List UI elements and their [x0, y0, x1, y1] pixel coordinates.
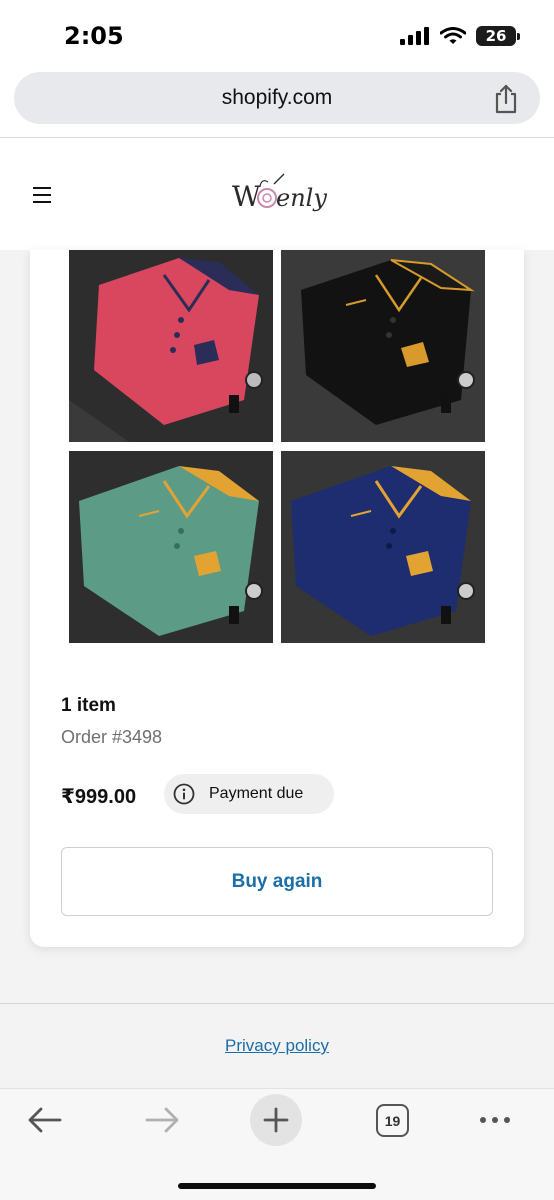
payment-status-badge: Payment due — [164, 774, 334, 814]
buy-again-button[interactable]: Buy again — [61, 847, 493, 916]
order-card: 1 item Order #3498 ₹999.00 Payment due B… — [30, 250, 524, 947]
privacy-policy-link[interactable]: Privacy policy — [0, 1036, 554, 1056]
product-image-green-polo[interactable] — [69, 451, 273, 643]
store-logo[interactable]: W enly — [232, 172, 352, 222]
plus-icon — [263, 1107, 289, 1133]
share-icon[interactable] — [492, 84, 520, 114]
battery-indicator: 26 — [476, 26, 520, 46]
wifi-icon — [440, 27, 466, 44]
browser-toolbar: 19 — [0, 1088, 554, 1200]
status-icons: 26 — [400, 26, 520, 46]
page-footer: Privacy policy — [0, 1003, 554, 1088]
payment-status-text: Payment due — [209, 785, 304, 802]
svg-text:enly: enly — [276, 184, 327, 212]
status-time: 2:05 — [64, 22, 124, 50]
svg-text:W: W — [232, 180, 261, 213]
address-bar[interactable]: shopify.com — [14, 72, 540, 124]
product-image-navy-polo[interactable] — [281, 451, 485, 643]
tab-switcher-button[interactable]: 19 — [376, 1104, 409, 1137]
forward-arrow-icon[interactable] — [143, 1105, 181, 1135]
product-image-pink-polo[interactable] — [69, 250, 273, 442]
menu-icon[interactable] — [33, 187, 53, 203]
cellular-signal-icon — [400, 27, 429, 45]
product-image-black-polo[interactable] — [281, 250, 485, 442]
new-tab-button[interactable] — [250, 1094, 302, 1146]
order-number: Order #3498 — [61, 727, 163, 747]
order-price: ₹999.00 — [61, 786, 137, 808]
home-indicator — [178, 1183, 376, 1189]
status-bar: 2:05 26 — [0, 0, 554, 70]
browser-address-area: shopify.com — [0, 70, 554, 138]
store-header: W enly — [0, 138, 554, 250]
back-arrow-icon[interactable] — [26, 1105, 64, 1135]
info-icon — [173, 783, 195, 805]
item-count: 1 item — [61, 695, 116, 716]
url-text[interactable]: shopify.com — [14, 86, 540, 110]
more-options-icon[interactable] — [480, 1117, 510, 1123]
